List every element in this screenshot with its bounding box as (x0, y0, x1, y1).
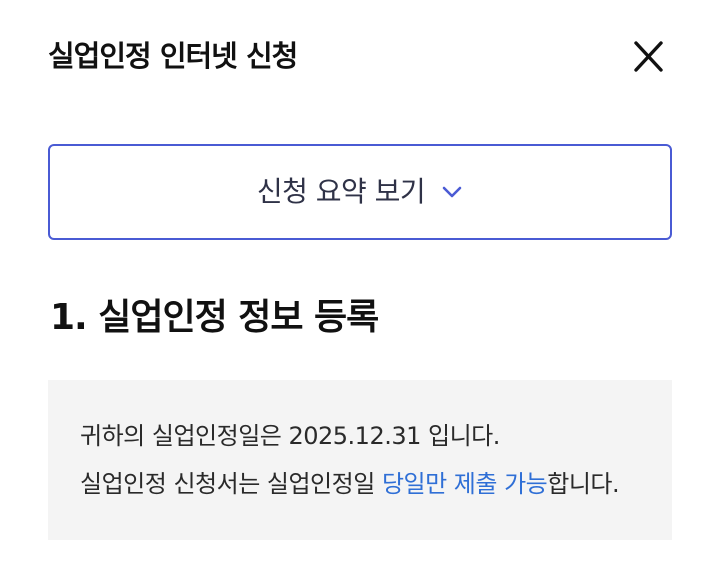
close-button[interactable] (628, 38, 668, 78)
submission-rule-highlight: 당일만 제출 가능 (381, 470, 548, 498)
submission-rule-notice: 실업인정 신청서는 실업인정일 당일만 제출 가능합니다. (80, 466, 620, 502)
view-summary-label: 신청 요약 보기 (256, 175, 426, 208)
chevron-down-icon (441, 181, 463, 203)
notice-box: 귀하의 실업인정일은 2025.12.31 입니다. 실업인정 신청서는 실업인… (48, 380, 672, 540)
page-title: 실업인정 인터넷 신청 (48, 39, 298, 73)
unemployment-certification-page: 실업인정 인터넷 신청 신청 요약 보기 1. 실업인정 정보 등록 귀하의 실… (0, 0, 720, 588)
section-title: 1. 실업인정 정보 등록 (50, 297, 379, 338)
submission-rule-suffix: 합니다. (547, 470, 620, 498)
certification-date-notice: 귀하의 실업인정일은 2025.12.31 입니다. (80, 422, 500, 450)
view-summary-button[interactable]: 신청 요약 보기 (48, 144, 672, 240)
submission-rule-prefix: 실업인정 신청서는 실업인정일 (80, 470, 382, 498)
close-icon (628, 38, 668, 78)
